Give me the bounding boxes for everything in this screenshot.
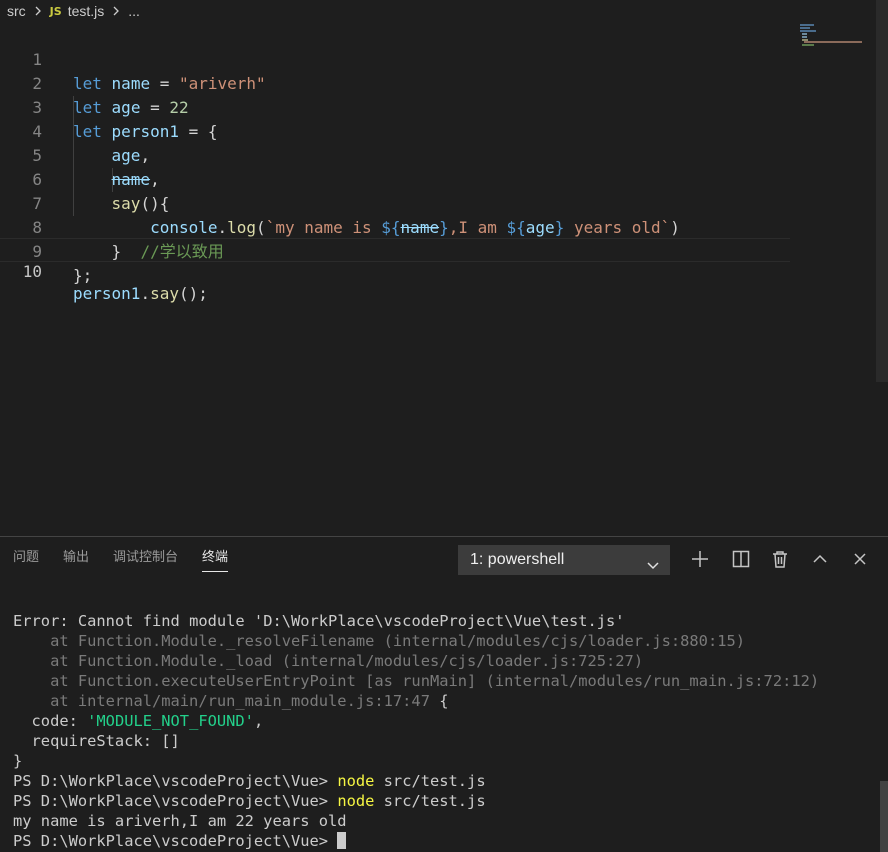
punctuation: } [13,752,23,770]
stack-location: (internal/modules/run_main.js:72:12) [485,672,820,690]
chevron-right-icon [109,4,123,18]
code-line[interactable]: 3 let person1 = { [0,72,790,141]
split-icon[interactable] [731,549,751,569]
stack-location: (internal/modules/cjs/loader.js:725:27) [281,652,644,670]
terminal-line: PS D:\WorkPlace\vscodeProject\Vue> [13,831,873,851]
terminal-line: at internal/main/run_main_module.js:17:4… [13,691,873,711]
shell-argument: src/test.js [374,772,486,790]
code-line[interactable]: 2 let age = 22 [0,48,790,117]
terminal-line: Error: Cannot find module 'D:\WorkPlace\… [13,611,873,631]
tab-problems[interactable]: 问题 [13,537,39,579]
terminal-output[interactable]: Error: Cannot find module 'D:\WorkPlace\… [13,611,873,851]
tab-output[interactable]: 输出 [63,537,89,579]
code-line[interactable]: 5 name, [0,120,790,189]
shell-command: node [337,792,375,810]
code-line[interactable]: 8 } //学以致用 [0,192,790,261]
terminal-line: PS D:\WorkPlace\vscodeProject\Vue> node … [13,771,873,791]
terminal-line: at Function.Module._load (internal/modul… [13,651,873,671]
terminal-line: PS D:\WorkPlace\vscodeProject\Vue> node … [13,791,873,811]
terminal-line: at Function.Module._resolveFilename (int… [13,631,873,651]
stack-frame: at Function.executeUserEntryPoint [as ru… [13,672,486,690]
stack-location: (internal/modules/cjs/loader.js:880:15) [383,632,746,650]
bottom-panel: 问题 输出 调试控制台 终端 1: powershell Error: Cann… [0,536,888,852]
shell-prompt: PS D:\WorkPlace\vscodeProject\Vue> [13,832,338,850]
code-line[interactable]: 6 say(){ [0,144,790,213]
error-label: Error: [13,612,78,630]
plus-icon[interactable] [690,549,710,569]
terminal-cursor [337,832,347,849]
function-name: say [150,284,179,303]
punctuation: (); [178,284,208,303]
shell-argument: src/test.js [374,792,486,810]
error-code-key: code: [13,712,88,730]
shell-command: node [337,772,375,790]
stack-frame: at Function.Module._resolveFilename [13,632,384,650]
identifier: person1 [73,284,141,303]
terminal-line: my name is ariverh,I am 22 years old [13,811,873,831]
panel-tabs: 问题 输出 调试控制台 终端 [0,537,239,579]
terminal-line: } [13,751,873,771]
trash-icon[interactable] [770,549,790,569]
terminal-line: code: 'MODULE_NOT_FOUND', [13,711,873,731]
code-editor[interactable]: 1 let name = "ariverh" 2 let age = 22 3 … [0,24,790,534]
chevron-right-icon [31,4,45,18]
terminal-scrollbar[interactable] [880,781,888,852]
stack-frame: at internal/main/run_main_module.js:17:4… [13,692,440,710]
program-output: my name is ariverh,I am 22 years old [13,812,347,830]
error-message: Cannot find module 'D:\WorkPlace\vscodeP… [77,612,625,630]
breadcrumb-folder[interactable]: src [7,3,26,19]
tab-terminal[interactable]: 终端 [202,537,229,579]
terminal-line: at Function.executeUserEntryPoint [as ru… [13,671,873,691]
terminal-line: requireStack: [] [13,731,873,751]
code-line[interactable]: 1 let name = "ariverh" [0,24,790,93]
editor-scrollbar[interactable] [876,0,888,382]
tab-debug-console[interactable]: 调试控制台 [113,537,178,579]
vscode-window: src JS test.js ... 1 let name = "ariverh… [0,0,888,852]
error-code-value: 'MODULE_NOT_FOUND' [87,712,254,730]
terminal-select[interactable]: 1: powershell [458,545,670,575]
js-file-icon: JS [49,4,62,18]
code-line-current[interactable]: 10 person1.say(); [0,238,790,303]
require-stack: requireStack: [] [13,732,180,750]
punctuation: { [439,692,449,710]
terminal-select-value: 1: powershell [470,551,565,568]
line-number: 10 [22,262,42,281]
shell-prompt: PS D:\WorkPlace\vscodeProject\Vue> [13,792,338,810]
chevron-down-icon [646,553,660,570]
breadcrumb-file[interactable]: test.js [68,3,105,19]
breadcrumb-symbols[interactable]: ... [128,3,140,19]
chevron-up-icon[interactable] [810,549,830,569]
code-line[interactable]: 9 }; [0,216,790,285]
code-line[interactable]: 4 age, [0,96,790,165]
punctuation: , [253,712,264,730]
breadcrumb: src JS test.js ... [0,0,800,22]
close-icon[interactable] [850,549,870,569]
code-line[interactable]: 7 console.log(`my name is ${name},I am $… [0,168,790,237]
minimap[interactable] [798,22,876,52]
stack-frame: at Function.Module._load [13,652,282,670]
punctuation: . [140,284,151,303]
shell-prompt: PS D:\WorkPlace\vscodeProject\Vue> [13,772,338,790]
